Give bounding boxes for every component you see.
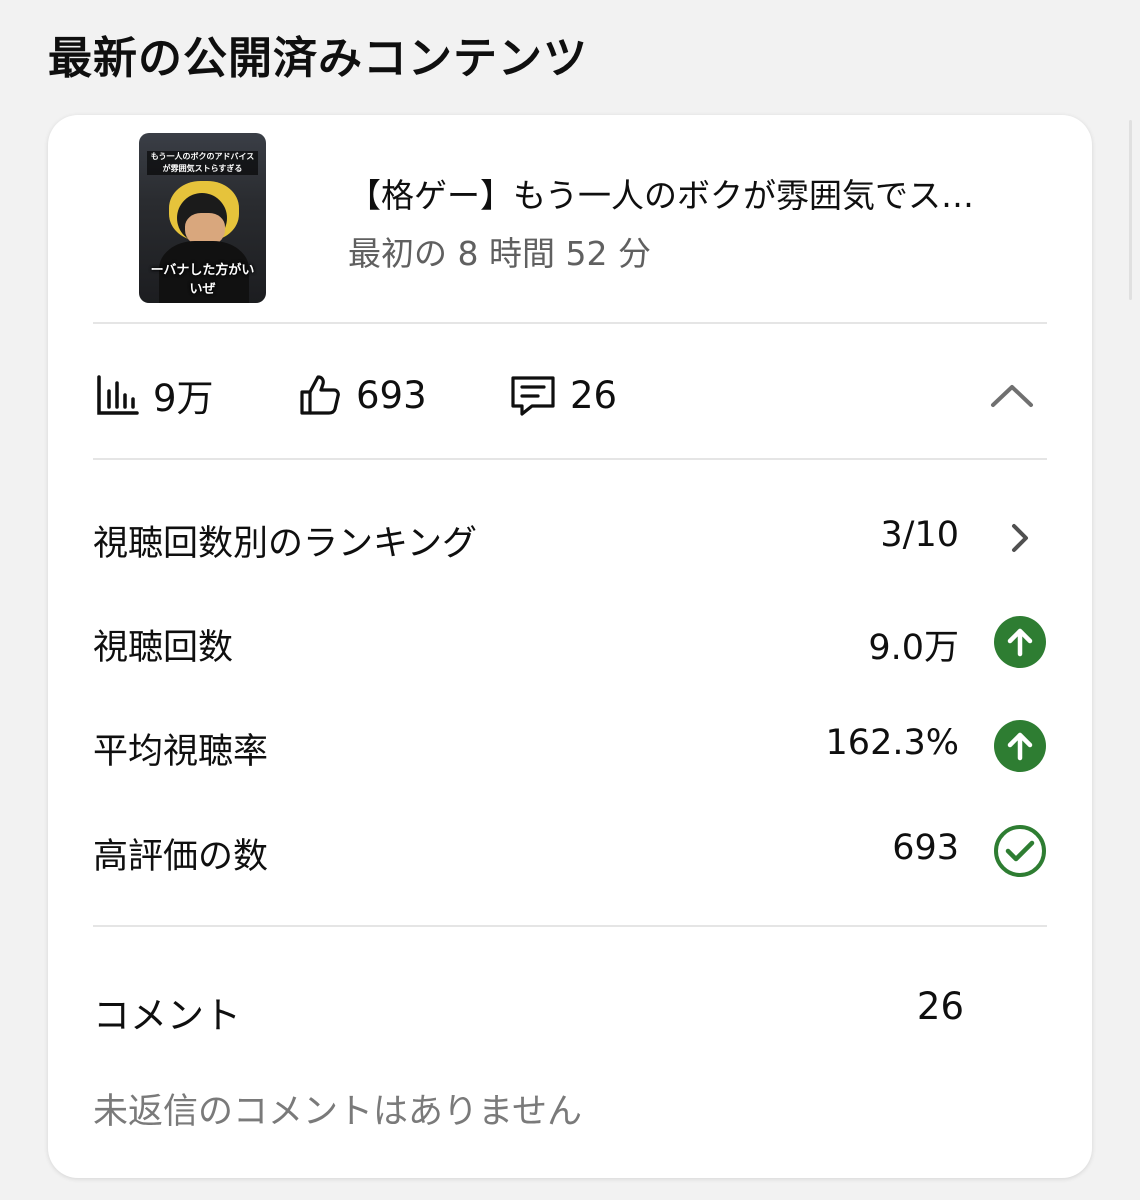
views-row: 視聴回数 9.0万: [93, 611, 1047, 671]
chevron-up-icon[interactable]: [988, 377, 1036, 413]
comment-icon: [511, 376, 555, 416]
views-value: 9万: [153, 377, 214, 420]
chevron-right-icon[interactable]: [993, 511, 1047, 565]
section-title: 最新の公開済みコンテンツ: [48, 33, 588, 84]
views-stat: 9万: [93, 371, 214, 420]
avg-view-rate-row: 平均視聴率 162.3%: [93, 715, 1047, 775]
comments-total: 26: [916, 985, 964, 1028]
avg-view-rate-value: 162.3%: [825, 723, 959, 763]
bar-chart-icon: [97, 375, 139, 415]
comments-stat: 26: [508, 371, 617, 419]
video-title[interactable]: 【格ゲー】もう一人のボクが雰囲気でス…: [348, 169, 1048, 217]
divider: [93, 458, 1047, 460]
check-circle-icon: [994, 825, 1046, 877]
comments-label[interactable]: コメント: [93, 985, 241, 1039]
thumbnail-caption-bottom: ーバナした方がいいぜ: [150, 263, 255, 297]
views-metric-value: 9.0万: [868, 628, 959, 668]
video-elapsed-time: 最初の 8 時間 52 分: [348, 234, 651, 273]
ranking-row[interactable]: 視聴回数別のランキング 3/10: [93, 507, 1047, 567]
video-thumbnail[interactable]: もう一人のボクのアドバイスが雰囲気ストらすぎる ーバナした方がいいぜ: [139, 133, 266, 303]
likes-label: 高評価の数: [93, 837, 269, 877]
ranking-value: 3/10: [880, 515, 959, 555]
divider: [93, 925, 1047, 927]
thumbnail-caption-top: もう一人のボクのアドバイスが雰囲気ストらすぎる: [147, 151, 258, 175]
unreplied-comments-note: 未返信のコメントはありません: [93, 1092, 582, 1132]
divider: [93, 322, 1047, 324]
arrow-up-circle-icon: [994, 616, 1046, 668]
avg-view-rate-label: 平均視聴率: [93, 732, 269, 772]
arrow-up-circle-icon: [994, 720, 1046, 772]
scroll-indicator[interactable]: [1129, 120, 1132, 300]
ranking-label: 視聴回数別のランキング: [93, 524, 477, 564]
comments-count: 26: [570, 373, 618, 417]
likes-row: 高評価の数 693: [93, 820, 1047, 880]
likes-stat: 693: [296, 371, 427, 419]
thumbs-up-icon: [300, 375, 340, 415]
likes-value: 693: [356, 373, 427, 417]
views-label: 視聴回数: [93, 628, 234, 668]
latest-content-card: もう一人のボクのアドバイスが雰囲気ストらすぎる ーバナした方がいいぜ 【格ゲー】…: [48, 115, 1092, 1178]
likes-metric-value: 693: [892, 828, 959, 868]
